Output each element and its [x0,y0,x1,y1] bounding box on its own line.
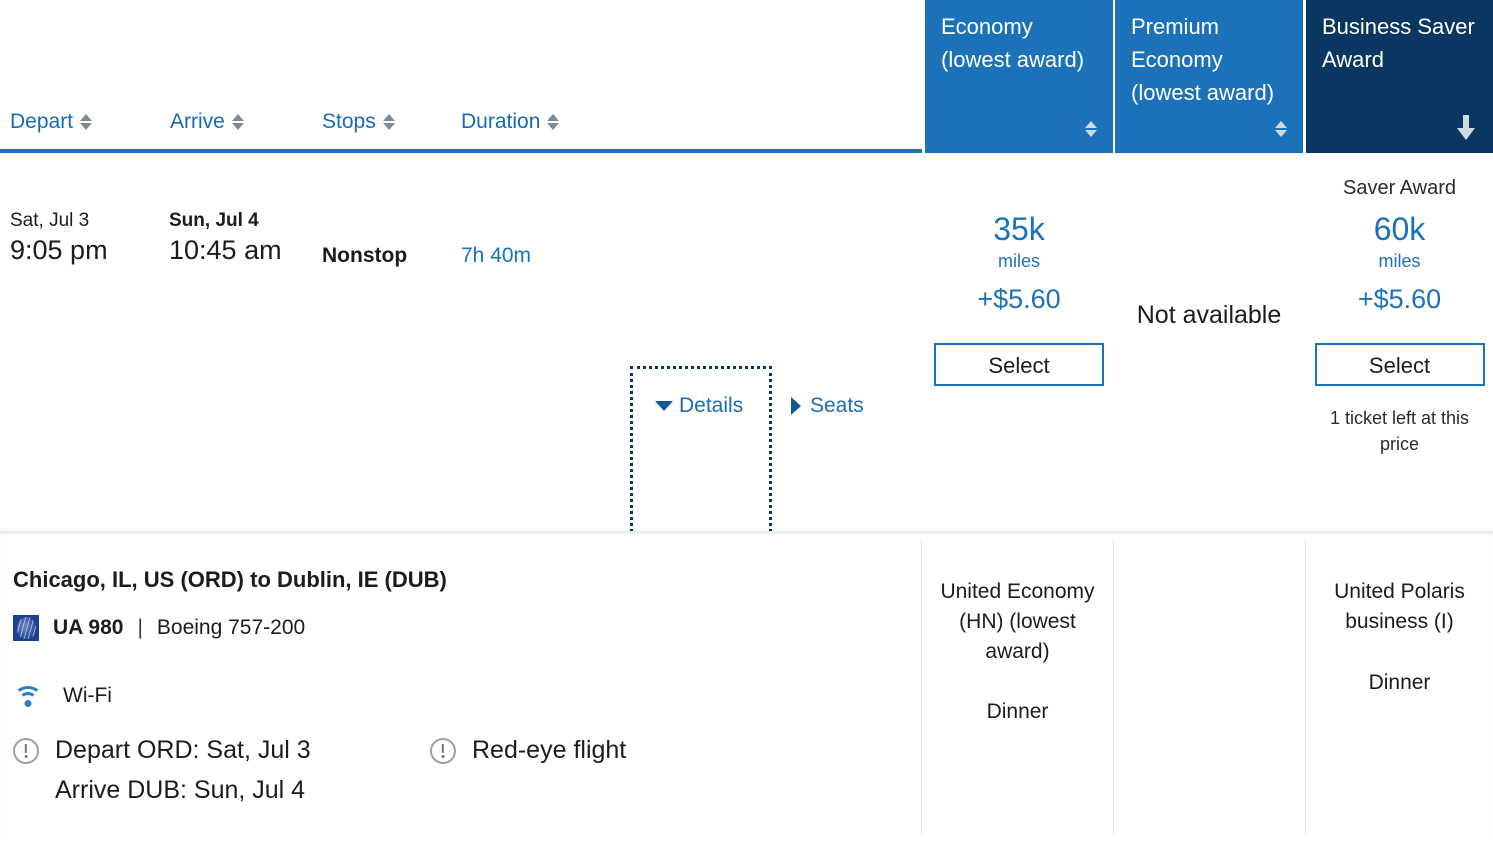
results-header: Depart Arrive Stops Duration Economy (lo… [0,0,1493,153]
notice-line-1: Depart ORD: Sat, Jul 3 [55,736,311,764]
flight-details-left: Chicago, IL, US (ORD) to Dublin, IE (DUB… [0,532,920,838]
details-cell-business: United Polaris business (I) Dinner [1306,540,1493,834]
sort-updown-icon[interactable] [547,114,560,130]
flight-details-panel: Chicago, IL, US (ORD) to Dublin, IE (DUB… [0,531,1493,837]
economy-miles: 35k [993,211,1045,247]
aircraft-type: Boeing 757-200 [156,616,306,639]
seats-toggle-label: Seats [810,394,864,417]
economy-miles-unit: miles [997,251,1040,271]
notice-depart-arrive-text: Depart ORD: Sat, Jul 3 Arrive DUB: Sun, … [55,730,311,810]
itinerary-summary: Sat, Jul 3 9:05 pm Sun, Jul 4 10:45 am N… [0,153,922,676]
page-bottom-spacer [0,838,1493,852]
sort-down-arrow-icon[interactable] [1457,115,1475,141]
sort-bar: Depart Arrive Stops Duration [0,0,922,153]
business-meal: Dinner [1368,670,1431,694]
sort-arrive-label: Arrive [170,110,225,133]
economy-cabin-name: United Economy (HN) (lowest award) [940,580,1095,663]
fare-cell-premium-economy: Not available [1115,153,1303,531]
details-cell-premium-economy [1114,540,1306,834]
separator: | [137,616,143,639]
chevron-down-icon [655,401,673,411]
fare-cell-economy: 35k miles +$5.60 Select [925,153,1113,531]
column-header-economy[interactable]: Economy (lowest award) [925,0,1113,153]
details-toggle[interactable]: Details [655,394,743,418]
sort-stops-label: Stops [322,110,376,133]
depart-time: 9:05 pm [10,234,108,265]
sort-updown-icon[interactable] [80,114,93,130]
notice-red-eye-text: Red-eye flight [472,736,627,764]
select-button-economy[interactable]: Select [934,343,1104,386]
info-circle-icon [430,738,456,764]
sort-depart-label: Depart [10,110,74,133]
column-header-business[interactable]: Business Saver Award [1306,0,1493,153]
flight-row: Sat, Jul 3 9:05 pm Sun, Jul 4 10:45 am N… [0,153,1493,676]
sort-updown-icon[interactable] [1275,121,1287,137]
premium-economy-unavailable: Not available [1136,301,1282,329]
arrive-time: 10:45 am [169,234,282,265]
sort-updown-icon[interactable] [231,114,244,130]
wifi-icon [13,685,43,707]
column-header-business-label: Business Saver Award [1322,14,1475,72]
details-toggle-label: Details [679,394,744,417]
depart-date: Sat, Jul 3 [10,210,90,231]
business-cabin-name: United Polaris business (I) [1334,580,1465,633]
business-miles-unit: miles [1378,251,1421,271]
sort-stops[interactable]: Stops [322,110,395,134]
arrive-cell: Sun, Jul 4 10:45 am [169,209,282,267]
business-award-label: Saver Award [1342,177,1457,199]
details-cell-economy: United Economy (HN) (lowest award) Dinne… [921,540,1114,834]
notice-red-eye: Red-eye flight [430,730,626,770]
sort-updown-icon[interactable] [1085,121,1097,137]
depart-cell: Sat, Jul 3 9:05 pm [10,209,108,267]
seats-toggle[interactable]: Seats [791,394,864,418]
united-globe-logo [13,615,39,641]
economy-tax: +$5.60 [977,284,1061,314]
amenity-wifi-label: Wi-Fi [63,684,112,707]
route-title: Chicago, IL, US (ORD) to Dublin, IE (DUB… [13,567,447,592]
flight-number: UA 980 [53,616,124,639]
amenity-wifi: Wi-Fi [13,684,112,708]
duration-value[interactable]: 7h 40m [461,244,531,268]
business-tax: +$5.60 [1357,284,1442,314]
business-seats-left-note: 1 ticket left at this price [1329,408,1470,455]
info-circle-icon [13,738,39,764]
sort-duration-label: Duration [461,110,541,133]
flight-search-results: Depart Arrive Stops Duration Economy (lo… [0,0,1493,852]
column-header-premium-economy-label: Premium Economy (lowest award) [1131,14,1275,105]
notice-line-2: Arrive DUB: Sun, Jul 4 [55,776,306,804]
sort-duration[interactable]: Duration [461,110,560,134]
select-button-business[interactable]: Select [1314,343,1485,386]
sort-depart[interactable]: Depart [10,110,93,134]
sort-arrive[interactable]: Arrive [170,110,244,134]
flight-equipment-line: UA 980 | Boeing 757-200 [13,615,305,641]
economy-meal: Dinner [986,700,1049,724]
notice-depart-arrive: Depart ORD: Sat, Jul 3 Arrive DUB: Sun, … [13,730,311,810]
arrive-date: Sun, Jul 4 [169,210,259,231]
business-miles: 60k [1373,211,1426,247]
column-header-premium-economy[interactable]: Premium Economy (lowest award) [1115,0,1303,153]
fare-cell-business: Saver Award 60k miles +$5.60 Select 1 ti… [1306,153,1493,531]
chevron-right-icon [791,397,801,415]
stops-value: Nonstop [322,244,408,267]
column-header-economy-label: Economy (lowest award) [941,14,1085,72]
sort-updown-icon[interactable] [382,114,395,130]
